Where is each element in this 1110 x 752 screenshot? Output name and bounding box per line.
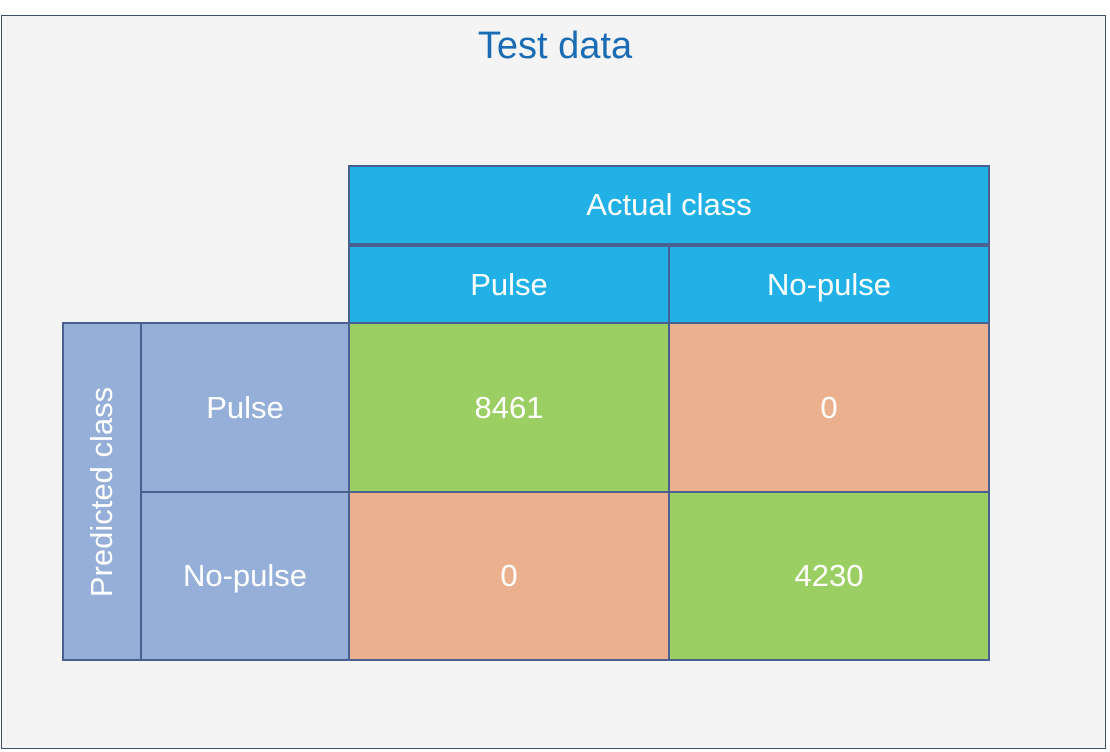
column-header-label: No-pulse: [766, 266, 892, 302]
figure-title: Test data: [477, 25, 633, 67]
cell-false-no-pulse: 0: [348, 491, 670, 661]
cell-true-no-pulse: 4230: [668, 491, 990, 661]
row-header-label: Pulse: [206, 389, 284, 425]
cell-value: 8461: [474, 389, 544, 425]
row-header-pulse: Pulse: [140, 322, 350, 493]
column-header-pulse: Pulse: [348, 245, 670, 324]
cell-false-pulse: 0: [668, 322, 990, 493]
cell-true-pulse: 8461: [348, 322, 670, 493]
actual-class-label: Actual class: [586, 187, 752, 222]
cell-value: 4230: [794, 558, 864, 593]
actual-class-header: Actual class: [348, 165, 990, 245]
column-header-no-pulse: No-pulse: [668, 245, 990, 324]
predicted-class-header: Predicted class: [62, 322, 142, 661]
row-header-no-pulse: No-pulse: [140, 491, 350, 661]
row-header-label: No-pulse: [182, 558, 308, 593]
predicted-class-label: Predicted class: [84, 386, 119, 597]
cell-value: 0: [820, 389, 838, 425]
column-header-label: Pulse: [470, 266, 548, 302]
cell-value: 0: [500, 558, 518, 593]
